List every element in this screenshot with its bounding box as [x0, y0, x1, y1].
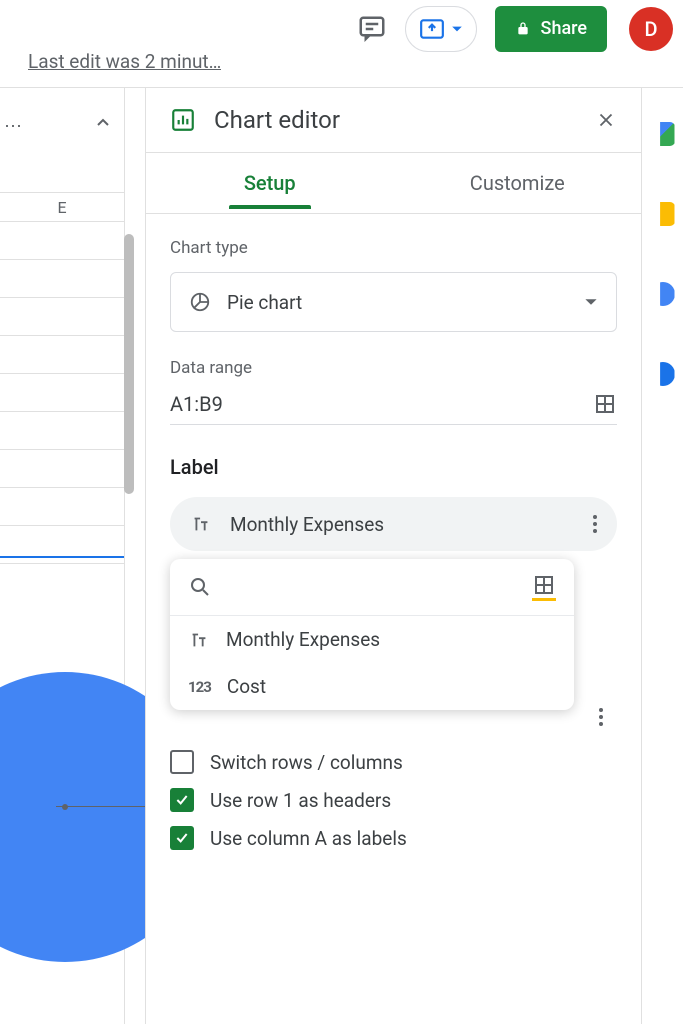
- data-range-field[interactable]: A1:B9: [170, 392, 617, 425]
- editor-header: Chart editor: [146, 88, 641, 153]
- more-icon[interactable]: [593, 515, 597, 533]
- top-actions: Share D: [357, 6, 673, 52]
- editor-body: Chart type Pie chart Data range A1:B9 La…: [146, 214, 641, 888]
- chevron-down-icon: [584, 295, 598, 309]
- scrollbar[interactable]: [124, 234, 134, 494]
- share-label: Share: [541, 18, 587, 39]
- checkbox-row1-headers[interactable]: Use row 1 as headers: [170, 788, 617, 812]
- search-icon[interactable]: [188, 575, 212, 599]
- label-pill[interactable]: Monthly Expenses: [170, 497, 617, 551]
- share-button[interactable]: Share: [495, 6, 607, 52]
- select-range-icon[interactable]: [532, 573, 556, 601]
- checkbox-icon: [170, 788, 194, 812]
- top-bar: Last edit was 2 minut… Share D: [0, 0, 683, 88]
- data-range-label: Data range: [170, 358, 617, 378]
- pie-icon: [189, 291, 211, 313]
- checkbox-label: Switch rows / columns: [210, 751, 403, 774]
- dropdown-option-label: Cost: [227, 675, 266, 698]
- side-panel: [641, 88, 683, 1024]
- selection-border: [0, 556, 124, 558]
- keep-icon[interactable]: [651, 202, 675, 226]
- editor-tabs: Setup Customize: [146, 153, 641, 214]
- checkbox-icon: [170, 750, 194, 774]
- contacts-icon[interactable]: [651, 362, 675, 386]
- checkbox-colA-labels[interactable]: Use column A as labels: [170, 826, 617, 850]
- text-icon: [188, 629, 210, 651]
- checkbox-switch-rows[interactable]: Switch rows / columns: [170, 750, 617, 774]
- tasks-icon[interactable]: [651, 282, 675, 306]
- select-range-icon[interactable]: [593, 392, 617, 416]
- chart-line: [56, 806, 156, 807]
- chart-dot: [62, 804, 68, 810]
- present-button[interactable]: [405, 6, 477, 52]
- checkbox-label: Use column A as labels: [210, 827, 407, 850]
- tab-customize[interactable]: Customize: [394, 153, 642, 214]
- grid-rows: [0, 222, 124, 564]
- calendar-icon[interactable]: [651, 122, 675, 146]
- last-edit-link[interactable]: Last edit was 2 minut…: [28, 50, 221, 73]
- number-icon: 123: [188, 678, 211, 696]
- overflow-more-icon[interactable]: [599, 708, 603, 726]
- label-section-title: Label: [170, 455, 617, 479]
- dropdown-option-label: Monthly Expenses: [226, 628, 380, 651]
- sheet-area: ⋯ E: [0, 88, 125, 1024]
- collapse-icon[interactable]: [90, 110, 116, 136]
- checkbox-icon: [170, 826, 194, 850]
- data-range-value: A1:B9: [170, 392, 223, 416]
- dropdown-option-cost[interactable]: 123 Cost: [170, 663, 574, 710]
- label-pill-text: Monthly Expenses: [230, 513, 384, 536]
- tab-setup[interactable]: Setup: [146, 153, 394, 214]
- dropdown-option-monthly-expenses[interactable]: Monthly Expenses: [170, 616, 574, 663]
- comments-icon[interactable]: [357, 14, 387, 44]
- dropdown-search-row: [170, 559, 574, 616]
- label-dropdown: Monthly Expenses 123 Cost: [170, 559, 574, 710]
- column-header[interactable]: E: [0, 192, 124, 222]
- text-icon: [190, 513, 212, 535]
- checkbox-label: Use row 1 as headers: [210, 789, 391, 812]
- chart-type-value: Pie chart: [227, 291, 302, 314]
- avatar[interactable]: D: [629, 7, 673, 51]
- chart-type-label: Chart type: [170, 238, 617, 258]
- chart-type-select[interactable]: Pie chart: [170, 272, 617, 332]
- editor-title: Chart editor: [214, 106, 340, 134]
- close-icon[interactable]: [595, 109, 617, 131]
- chart-editor-panel: Chart editor Setup Customize Chart type …: [145, 88, 641, 1024]
